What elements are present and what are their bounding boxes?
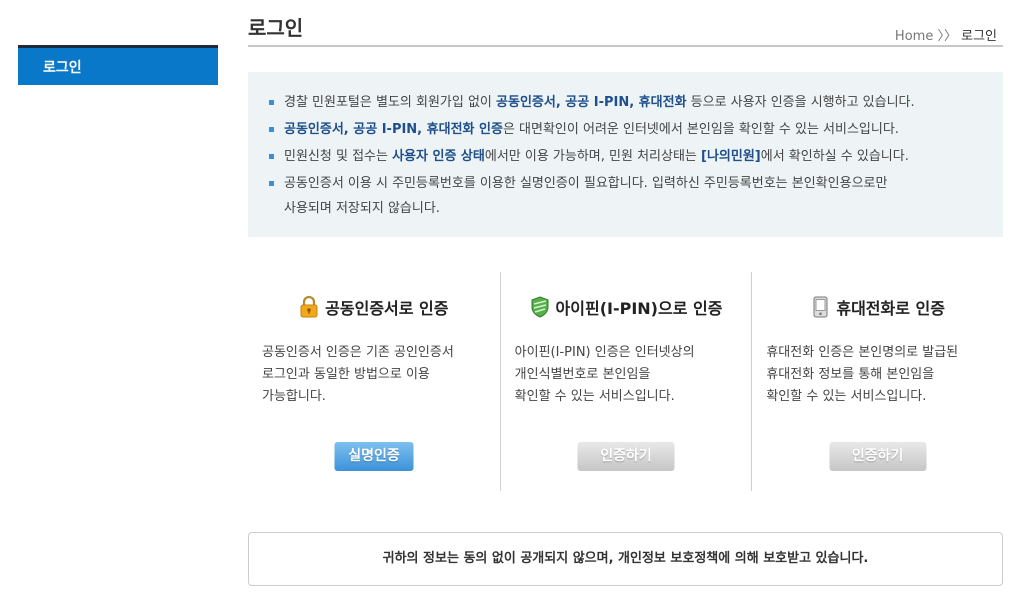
real-name-auth-button[interactable]: 실명인증: [334, 442, 414, 471]
desc-line: 아이핀(I-PIN) 인증은 인터넷상의: [514, 345, 695, 360]
padlock-icon: [299, 295, 319, 318]
info-text: 사용되며 저장되지 않습니다.: [284, 201, 440, 216]
my-complaints-link: [나의민원]: [701, 149, 761, 164]
mobile-phone-icon: [810, 296, 830, 318]
info-text: 은 대면확인이 어려운 인터넷에서 본인임을 확인할 수 있는 서비스입니다.: [502, 122, 899, 137]
desc-line: 확인할 수 있는 서비스입니다.: [514, 389, 675, 404]
method-description: 휴대전화 인증은 본인명의로 발급된 휴대전화 정보를 통해 본인임을 확인할 …: [752, 342, 1003, 408]
info-text: 공동인증서 이용 시 주민등록번호를 이용한 실명인증이 필요합니다. 입력하신…: [284, 176, 888, 191]
info-item: 공동인증서, 공공 I-PIN, 휴대전화 인증은 대면확인이 어려운 인터넷에…: [268, 117, 983, 142]
sidebar-item-label: 로그인: [43, 60, 82, 76]
page-title: 로그인: [248, 16, 304, 40]
info-text: 에서만 이용 가능하며, 민원 처리상태는: [484, 149, 702, 164]
title-row: 로그인 Home 〉〉 로그인: [248, 0, 1003, 47]
method-description: 공동인증서 인증은 기존 공인인증서 로그인과 동일한 방법으로 이용 가능합니…: [248, 342, 500, 408]
sidebar-item-login[interactable]: 로그인: [18, 45, 218, 85]
breadcrumb: Home 〉〉 로그인: [895, 25, 997, 44]
info-text: 민원신청 및 접수는: [284, 149, 393, 164]
info-text: 경찰 민원포털은 별도의 회원가입 없이: [284, 95, 497, 110]
desc-line: 확인할 수 있는 서비스입니다.: [766, 389, 927, 404]
desc-line: 공동인증서 인증은 기존 공인인증서: [262, 345, 454, 360]
desc-line: 개인식별번호로 본인임을: [514, 367, 651, 382]
ipin-auth-button[interactable]: 인증하기: [577, 442, 675, 471]
method-title: 휴대전화로 인증: [836, 299, 945, 318]
info-item: 공동인증서 이용 시 주민등록번호를 이용한 실명인증이 필요합니다. 입력하신…: [268, 171, 983, 221]
method-title: 아이핀(I-PIN)으로 인증: [555, 299, 723, 318]
auth-method-certificate: 공동인증서로 인증 공동인증서 인증은 기존 공인인증서 로그인과 동일한 방법…: [248, 272, 500, 491]
breadcrumb-current: 로그인: [961, 29, 997, 44]
auth-method-mobile: 휴대전화로 인증 휴대전화 인증은 본인명의로 발급된 휴대전화 정보를 통해 …: [751, 272, 1003, 491]
desc-line: 휴대전화 정보를 통해 본인임을: [766, 367, 935, 382]
info-emphasis: 사용자 인증 상태: [392, 149, 485, 164]
main-content: 로그인 Home 〉〉 로그인 경찰 민원포털은 별도의 회원가입 없이 공동인…: [248, 0, 1003, 491]
info-item: 민원신청 및 접수는 사용자 인증 상태에서만 이용 가능하며, 민원 처리상태…: [268, 144, 983, 169]
auth-method-ipin: 아이핀(I-PIN)으로 인증 아이핀(I-PIN) 인증은 인터넷상의 개인식…: [499, 272, 752, 491]
privacy-notice: 귀하의 정보는 동의 없이 공개되지 않으며, 개인정보 보호정책에 의해 보호…: [248, 532, 1003, 586]
info-item: 경찰 민원포털은 별도의 회원가입 없이 공동인증서, 공공 I-PIN, 휴대…: [268, 90, 983, 115]
breadcrumb-separator: 〉〉: [937, 29, 957, 44]
info-text: 에서 확인하실 수 있습니다.: [760, 149, 909, 164]
info-emphasis: 공동인증서, 공공 I-PIN, 휴대전화: [496, 95, 687, 110]
method-description: 아이핀(I-PIN) 인증은 인터넷상의 개인식별번호로 본인임을 확인할 수 …: [501, 342, 752, 408]
auth-methods: 공동인증서로 인증 공동인증서 인증은 기존 공인인증서 로그인과 동일한 방법…: [248, 272, 1003, 491]
method-heading: 아이핀(I-PIN)으로 인증: [501, 292, 752, 322]
mobile-auth-button[interactable]: 인증하기: [829, 442, 927, 471]
info-text: 등으로 사용자 인증을 시행하고 있습니다.: [686, 95, 915, 110]
info-box: 경찰 민원포털은 별도의 회원가입 없이 공동인증서, 공공 I-PIN, 휴대…: [248, 72, 1003, 237]
method-heading: 공동인증서로 인증: [248, 292, 500, 322]
method-heading: 휴대전화로 인증: [752, 292, 1003, 322]
method-title: 공동인증서로 인증: [325, 299, 449, 318]
breadcrumb-home-link[interactable]: Home: [895, 29, 933, 44]
desc-line: 가능합니다.: [262, 389, 326, 404]
desc-line: 로그인과 동일한 방법으로 이용: [262, 367, 430, 382]
sidebar: 로그인: [18, 45, 218, 85]
desc-line: 휴대전화 인증은 본인명의로 발급된: [766, 345, 959, 360]
info-emphasis: 공동인증서, 공공 I-PIN, 휴대전화 인증: [284, 122, 503, 137]
shield-icon: [530, 296, 550, 318]
